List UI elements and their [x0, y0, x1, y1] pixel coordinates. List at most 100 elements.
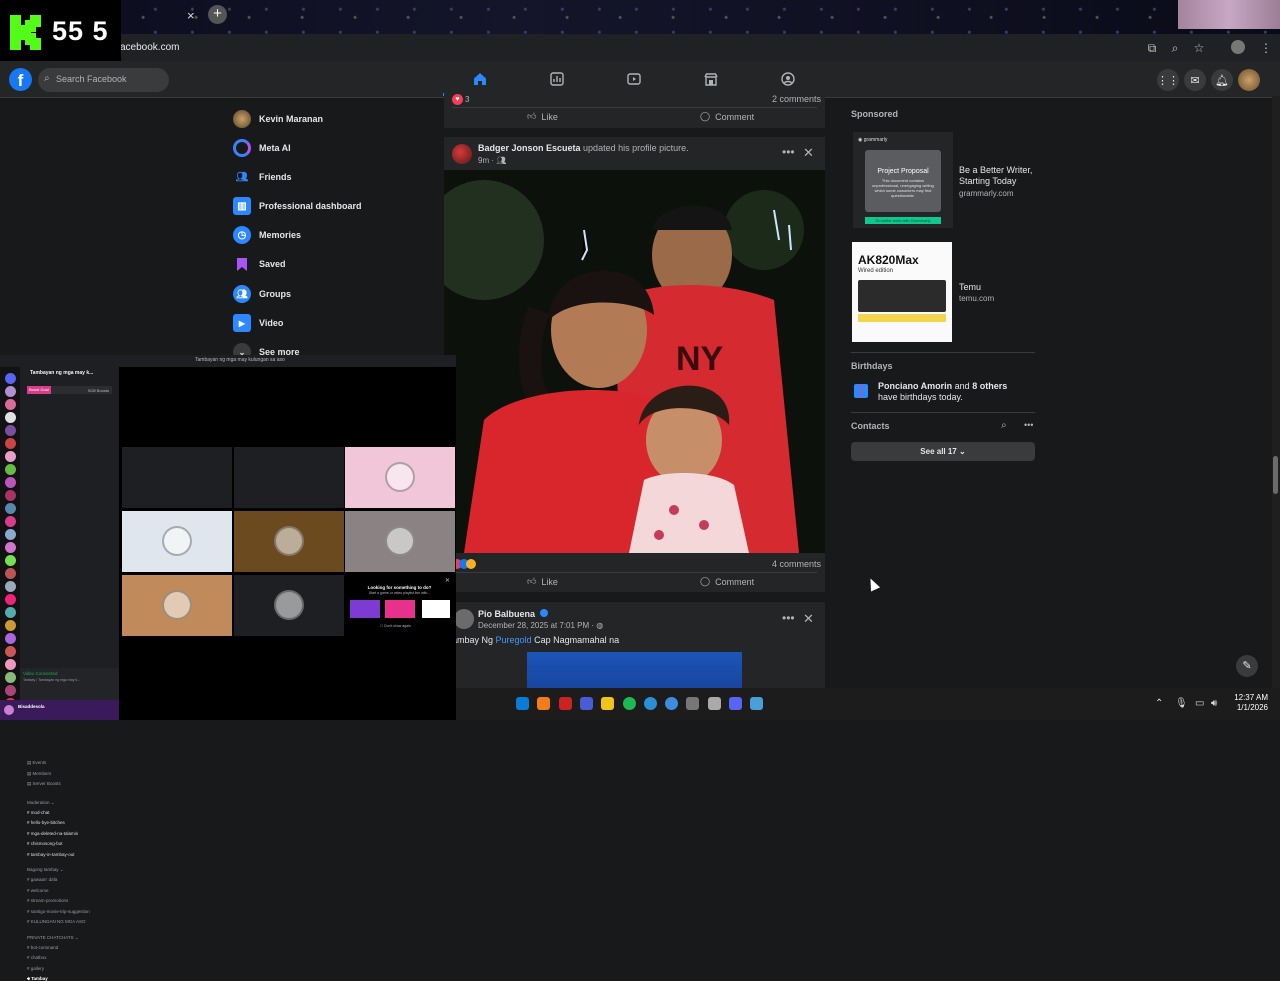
server-icon[interactable]: [5, 464, 16, 475]
server-icon[interactable]: [5, 399, 16, 410]
clock[interactable]: 12:37 AM 1/1/2026: [1232, 693, 1268, 713]
author-avatar[interactable]: [454, 609, 474, 629]
zoom-icon[interactable]: ⌕: [1168, 41, 1182, 55]
dashboard-icon[interactable]: [550, 72, 564, 86]
ad-title[interactable]: Temu: [959, 282, 981, 292]
server-icon[interactable]: [5, 490, 16, 501]
tab-close-icon[interactable]: ×: [187, 8, 195, 23]
messenger-icon[interactable]: ✉: [1184, 69, 1206, 91]
discord-icon[interactable]: [729, 697, 742, 710]
channel-item[interactable]: # tambay-in-tambay-out: [27, 852, 75, 857]
close-icon[interactable]: ✕: [445, 577, 450, 584]
post-date[interactable]: December 28, 2025 at 7:01 PM · ◍: [478, 621, 603, 630]
author-name[interactable]: Badger Jonson Escueta: [478, 143, 581, 153]
profile-avatar[interactable]: [1231, 40, 1245, 54]
chrome-icon[interactable]: [665, 697, 679, 710]
channel-item[interactable]: ▤ Events: [27, 760, 46, 766]
server-icon[interactable]: [5, 412, 16, 423]
server-icon[interactable]: [5, 451, 16, 462]
menu-grid-icon[interactable]: ⋮⋮: [1157, 69, 1179, 91]
boost-goal-bar[interactable]: Boost Goal 9/28 Boosts: [27, 386, 112, 394]
scrollbar-track[interactable]: [1272, 96, 1280, 688]
server-icon[interactable]: [5, 386, 16, 397]
like-button[interactable]: 👍︎ Like: [527, 576, 558, 587]
activity-prompt[interactable]: Looking for something to do? Start a gam…: [345, 575, 454, 635]
channel-item[interactable]: ▤ Members: [27, 771, 51, 777]
comment-button[interactable]: ◯ Comment: [700, 576, 754, 587]
server-icon[interactable]: [5, 659, 16, 670]
video-tile[interactable]: [122, 447, 232, 508]
sidebar-item-friends[interactable]: 👥︎ Friends: [233, 168, 292, 186]
server-icon[interactable]: [5, 581, 16, 592]
server-icon[interactable]: [5, 542, 16, 553]
app-icon[interactable]: [579, 697, 593, 710]
channel-item[interactable]: # santigo-movie-trip-suggestion: [27, 909, 90, 914]
app-icon[interactable]: [537, 697, 551, 710]
account-avatar[interactable]: [1238, 69, 1260, 91]
sidebar-item-meta-ai[interactable]: Meta AI: [233, 139, 291, 157]
channel-item[interactable]: # mod-chat: [27, 810, 50, 815]
channel-item[interactable]: # welcome: [27, 888, 49, 893]
sidebar-item-professional-dashboard[interactable]: ▥ Professional dashboard: [233, 197, 362, 215]
video-tile[interactable]: [234, 447, 344, 508]
tray-chevron-icon[interactable]: ⌃: [1155, 698, 1163, 709]
video-icon[interactable]: [627, 72, 641, 86]
ad-title[interactable]: Be a Better Writer, Starting Today: [959, 165, 1039, 187]
video-tile[interactable]: [234, 575, 344, 636]
server-icon[interactable]: [5, 425, 16, 436]
channel-item[interactable]: # chismosong-bot: [27, 841, 63, 846]
comment-count[interactable]: 2 comments: [772, 94, 821, 104]
volume-icon[interactable]: 🔊︎: [1211, 698, 1217, 709]
user-panel[interactable]: Bisaddesola: [0, 700, 119, 720]
video-tile[interactable]: [234, 511, 344, 572]
ad-image-grammarly[interactable]: ◉ grammarly Project Proposal This docume…: [853, 132, 953, 228]
video-tile[interactable]: [345, 447, 455, 508]
channel-item[interactable]: # hello-bye-bitches: [27, 820, 65, 825]
search-icon[interactable]: ⌕: [1001, 420, 1007, 431]
network-icon[interactable]: ▭: [1195, 698, 1204, 709]
reaction-count[interactable]: 3: [465, 95, 469, 104]
scrollbar-thumb[interactable]: [1273, 456, 1278, 494]
server-icon[interactable]: [5, 633, 16, 644]
channel-item[interactable]: # gallery: [27, 966, 44, 971]
author-name-row[interactable]: Pio Balbuena: [478, 609, 548, 619]
server-name[interactable]: Tambayan ng mga may k...: [30, 370, 93, 376]
channel-item[interactable]: # stream-promotions: [27, 898, 68, 903]
server-icon[interactable]: [5, 607, 16, 618]
post-image[interactable]: [527, 652, 742, 688]
more-options-icon[interactable]: •••: [1024, 420, 1033, 430]
server-icon[interactable]: [5, 594, 16, 605]
groups-nav-icon[interactable]: [781, 72, 795, 86]
server-icon[interactable]: [5, 646, 16, 657]
comment-button[interactable]: ◯ Comment: [700, 111, 754, 122]
server-icon[interactable]: [5, 672, 16, 683]
sidebar-item-profile[interactable]: Kevin Maranan: [233, 110, 323, 128]
sidebar-item-saved[interactable]: Saved: [233, 255, 286, 273]
bookmark-star-icon[interactable]: ☆: [1192, 41, 1206, 55]
settings-icon[interactable]: [707, 697, 721, 710]
mention-link[interactable]: Puregold: [496, 635, 532, 645]
server-icon[interactable]: [5, 373, 16, 384]
microphone-icon[interactable]: 🎙︎: [1175, 698, 1188, 709]
channel-item[interactable]: 🔊︎ Tambay: [27, 976, 48, 981]
app-icon[interactable]: [750, 697, 764, 710]
post-photo[interactable]: NY: [444, 170, 825, 553]
close-icon[interactable]: ✕: [803, 145, 814, 161]
new-tab-button[interactable]: +: [208, 5, 227, 24]
server-icon[interactable]: [5, 438, 16, 449]
post-time[interactable]: 9m · 👥︎: [478, 156, 506, 165]
sidebar-item-groups[interactable]: 👥︎ Groups: [233, 285, 291, 303]
ad-image-temu[interactable]: AK820Max Wired edition: [852, 242, 952, 342]
channel-item[interactable]: # mga-deleted-na-talamis: [27, 831, 78, 836]
comment-count[interactable]: 4 comments: [772, 559, 821, 569]
server-list[interactable]: [0, 367, 20, 720]
app-icon[interactable]: [686, 697, 700, 710]
server-icon[interactable]: [5, 555, 16, 566]
new-message-button[interactable]: ✎: [1236, 655, 1258, 677]
video-tile[interactable]: [122, 575, 232, 636]
server-icon[interactable]: [5, 529, 16, 540]
channel-item[interactable]: ▤ Server Boosts: [27, 781, 61, 787]
server-icon[interactable]: [5, 503, 16, 514]
marketplace-icon[interactable]: [704, 72, 718, 86]
facebook-logo-icon[interactable]: f: [9, 68, 32, 91]
